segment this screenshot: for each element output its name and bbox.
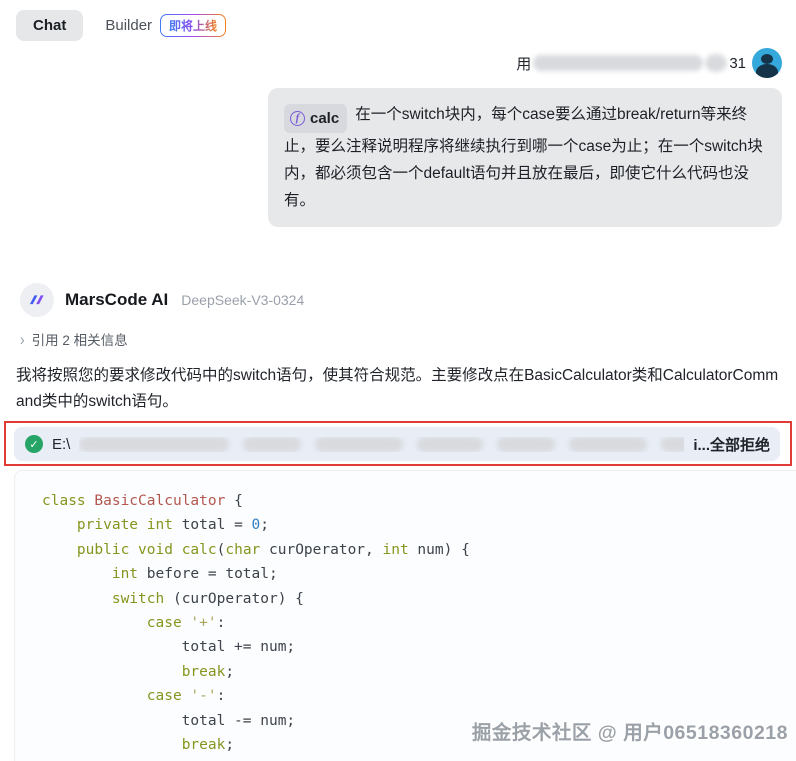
assistant-intro-text: 我将按照您的要求修改代码中的switch语句，使其符合规范。主要修改点在Basi… <box>16 363 786 415</box>
coming-soon-badge: 即将上线 <box>160 14 226 37</box>
check-circle-icon: ✓ <box>25 435 43 453</box>
references-label: 引用 2 相关信息 <box>32 329 128 349</box>
code-reference-chip[interactable]: f calc <box>284 104 347 133</box>
user-message-bubble: f calc 在一个switch块内，每个case要么通过break/retur… <box>268 88 782 227</box>
tab-builder[interactable]: Builder 即将上线 <box>105 14 226 37</box>
model-name: DeepSeek-V3-0324 <box>181 292 304 308</box>
assistant-header: MarsCode AI DeepSeek-V3-0324 <box>20 283 304 317</box>
tab-builder-label: Builder <box>105 17 152 34</box>
user-message-text: 在一个switch块内，每个case要么通过break/return等来终止，要… <box>284 106 763 209</box>
watermark-text: 掘金技术社区 @ 用户06518360218 <box>472 716 788 745</box>
user-identity-row: 用 31 <box>516 48 782 78</box>
assistant-name: MarsCode AI <box>65 290 168 310</box>
chip-label: calc <box>310 105 339 132</box>
function-f-icon: f <box>290 111 305 126</box>
marscode-logo-icon <box>20 283 54 317</box>
references-toggle[interactable]: › 引用 2 相关信息 <box>20 329 128 349</box>
tab-bar: Chat Builder 即将上线 <box>16 10 226 41</box>
redacted-path-blur <box>79 437 684 452</box>
chat-panel: Chat Builder 即将上线 用 31 f calc 在一个switch块… <box>0 0 796 761</box>
tab-chat[interactable]: Chat <box>16 10 83 41</box>
file-path-prefix: E:\ <box>52 436 70 453</box>
chevron-right-icon: › <box>20 331 25 348</box>
user-avatar[interactable] <box>752 48 782 78</box>
redacted-name-blur <box>533 55 703 71</box>
reject-all-label[interactable]: i...全部拒绝 <box>693 434 770 455</box>
user-name: 用 31 <box>516 53 746 74</box>
redacted-name-blur <box>705 54 727 72</box>
file-action-bar[interactable]: ✓ E:\ i...全部拒绝 <box>14 427 780 461</box>
